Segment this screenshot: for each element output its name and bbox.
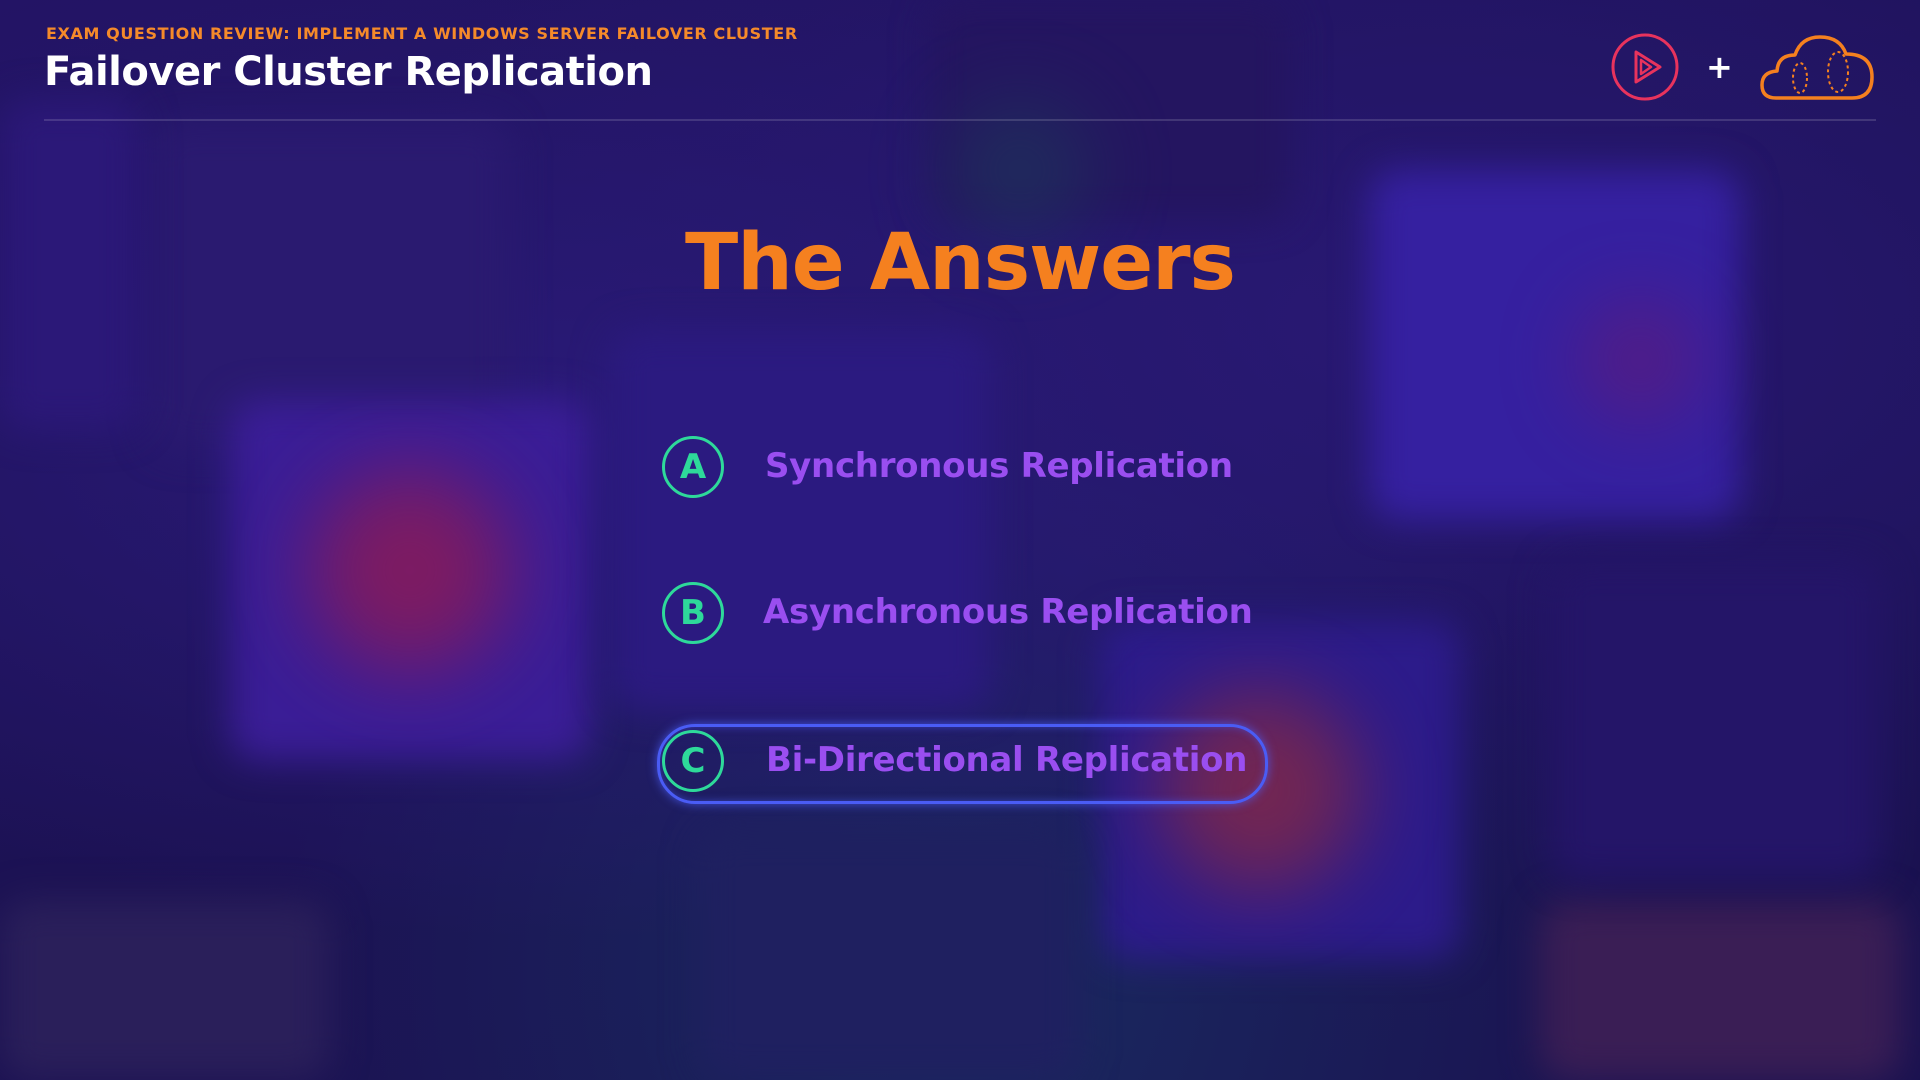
answer-letter-circle: B <box>662 582 724 644</box>
logo-plus: + <box>1706 48 1733 86</box>
slide-heading: The Answers <box>685 218 1236 308</box>
answer-text: Bi-Directional Replication <box>766 740 1248 780</box>
answer-text: Synchronous Replication <box>765 446 1233 486</box>
answer-letter-circle: C <box>662 730 724 792</box>
slide-header: EXAM QUESTION REVIEW: IMPLEMENT A WINDOW… <box>44 24 798 95</box>
header-divider <box>44 119 1876 121</box>
pluralsight-play-icon <box>1611 33 1679 101</box>
blurred-background <box>0 0 1920 1080</box>
acloudguru-cloud-icon <box>1760 35 1874 100</box>
brand-logos: + <box>1610 28 1880 104</box>
course-subtitle: EXAM QUESTION REVIEW: IMPLEMENT A WINDOW… <box>46 24 798 43</box>
slide-title: Failover Cluster Replication <box>44 49 653 95</box>
answer-letter-circle: A <box>662 436 724 498</box>
answer-text: Asynchronous Replication <box>763 592 1253 632</box>
